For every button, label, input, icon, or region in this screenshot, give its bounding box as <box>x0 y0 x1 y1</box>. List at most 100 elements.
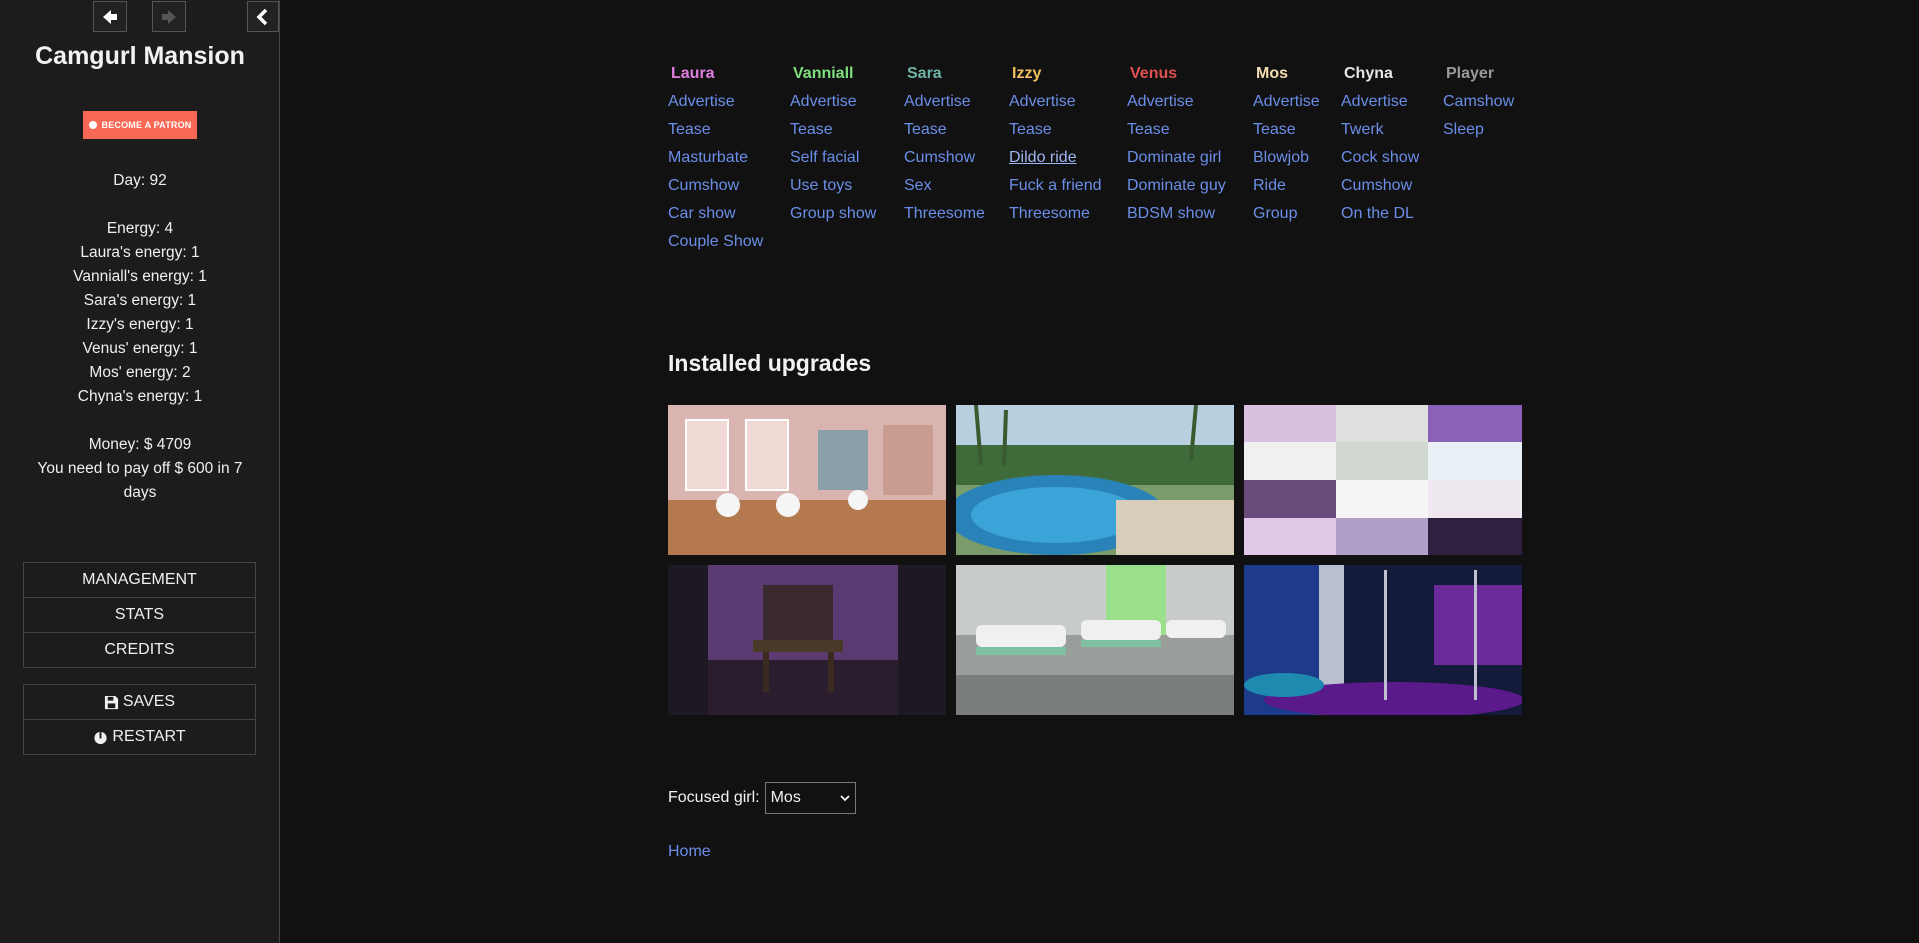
day-counter: Day: 92 <box>113 172 167 189</box>
action-link[interactable]: Group show <box>790 200 876 228</box>
action-link[interactable]: Advertise <box>1253 88 1320 116</box>
become-patron-button[interactable]: BECOME A PATRON <box>83 111 197 139</box>
energy-line: Venus' energy: 1 <box>82 340 198 357</box>
column-player: Player Camshow Sleep <box>1443 64 1514 144</box>
credits-button[interactable]: CREDITS <box>24 633 255 667</box>
column-header: Sara <box>907 65 942 82</box>
column-header: Laura <box>671 65 715 82</box>
action-link[interactable]: Camshow <box>1443 88 1514 116</box>
action-link[interactable]: Advertise <box>1127 88 1226 116</box>
collapse-sidebar-button[interactable] <box>247 1 279 32</box>
arrow-right-icon <box>162 9 176 24</box>
saves-label: SAVES <box>122 693 176 710</box>
energy-line: Sara's energy: 1 <box>83 292 197 309</box>
column-header: Vanniall <box>793 65 854 82</box>
power-icon <box>94 731 107 744</box>
action-link[interactable]: Tease <box>1009 116 1101 144</box>
main-menu: MANAGEMENT STATS CREDITS <box>23 562 256 668</box>
action-link[interactable]: Cock show <box>1341 144 1419 172</box>
action-link[interactable]: Sleep <box>1443 116 1514 144</box>
action-link[interactable]: Tease <box>668 116 763 144</box>
stats-button[interactable]: STATS <box>24 598 255 633</box>
column-izzy: Izzy Advertise Tease Dildo ride Fuck a f… <box>1009 64 1101 228</box>
upgrade-image-hospital <box>956 565 1234 715</box>
action-link[interactable]: Cumshow <box>668 172 763 200</box>
action-link[interactable]: Sex <box>904 172 985 200</box>
action-link[interactable]: Tease <box>1253 116 1320 144</box>
patreon-icon <box>88 121 97 129</box>
focused-girl-select[interactable]: Mos <box>764 782 856 814</box>
action-link[interactable]: Cumshow <box>904 144 985 172</box>
game-title: Camgurl Mansion <box>35 42 245 70</box>
installed-upgrades-heading: Installed upgrades <box>668 350 872 376</box>
chevron-left-icon <box>256 8 268 25</box>
action-link[interactable]: Couple Show <box>668 228 763 256</box>
column-laura: Laura Advertise Tease Masturbate Cumshow… <box>668 64 763 256</box>
action-link[interactable]: Dominate guy <box>1127 172 1226 200</box>
system-menu: SAVES RESTART <box>23 684 256 755</box>
upgrade-image-makeup-room <box>668 405 946 555</box>
action-link[interactable]: Cumshow <box>1341 172 1419 200</box>
money-display: Money: $ 4709 <box>88 436 192 453</box>
action-link[interactable]: Tease <box>790 116 876 144</box>
action-link[interactable]: BDSM show <box>1127 200 1226 228</box>
column-header: Player <box>1446 65 1495 82</box>
action-link[interactable]: Dominate girl <box>1127 144 1226 172</box>
action-link[interactable]: Advertise <box>904 88 985 116</box>
action-link[interactable]: Threesome <box>904 200 985 228</box>
column-header: Izzy <box>1012 65 1042 82</box>
restart-label: RESTART <box>112 728 186 745</box>
energy-line: Chyna's energy: 1 <box>77 388 203 405</box>
restart-button[interactable]: RESTART <box>24 720 255 754</box>
debt-notice: You need to pay off $ 600 in 7 days <box>37 460 243 501</box>
energy-line: Vanniall's energy: 1 <box>73 268 207 285</box>
focused-girl-row: Focused girl: Mos <box>668 782 856 814</box>
upgrade-image-dungeon <box>668 565 946 715</box>
column-chyna: Chyna Advertise Twerk Cock show Cumshow … <box>1341 64 1419 228</box>
upgrade-image-bedroom-collage <box>1244 405 1522 555</box>
focused-girl-label: Focused girl: <box>668 789 760 806</box>
action-link[interactable]: Masturbate <box>668 144 763 172</box>
action-link[interactable]: On the DL <box>1341 200 1419 228</box>
action-link[interactable]: Advertise <box>1341 88 1419 116</box>
column-header: Mos <box>1256 65 1288 82</box>
column-venus: Venus Advertise Tease Dominate girl Domi… <box>1127 64 1226 228</box>
action-link[interactable]: Tease <box>1127 116 1226 144</box>
sidebar: Camgurl Mansion BECOME A PATRON Day: 92 … <box>0 0 280 943</box>
floppy-disk-icon <box>104 695 118 709</box>
column-header: Chyna <box>1344 65 1393 82</box>
action-link[interactable]: Fuck a friend <box>1009 172 1101 200</box>
action-link[interactable]: Dildo ride <box>1009 144 1101 172</box>
action-link[interactable]: Advertise <box>1009 88 1101 116</box>
saves-button[interactable]: SAVES <box>24 685 255 720</box>
column-header: Venus <box>1130 65 1178 82</box>
column-sara: Sara Advertise Tease Cumshow Sex Threeso… <box>904 64 985 228</box>
upgrade-image-pole-club <box>1244 565 1522 715</box>
action-link[interactable]: Group <box>1253 200 1320 228</box>
energy-line: Mos' energy: 2 <box>89 364 191 381</box>
action-link[interactable]: Advertise <box>790 88 876 116</box>
back-button[interactable] <box>93 1 127 32</box>
action-link[interactable]: Use toys <box>790 172 876 200</box>
energy-line: Laura's energy: 1 <box>80 244 200 261</box>
main-content: Laura Advertise Tease Masturbate Cumshow… <box>668 0 1568 943</box>
home-link[interactable]: Home <box>668 843 711 861</box>
forward-button[interactable] <box>152 1 186 32</box>
energy-line: Energy: 4 <box>106 220 174 237</box>
upgrade-image-pool <box>956 405 1234 555</box>
action-link[interactable]: Blowjob <box>1253 144 1320 172</box>
action-link[interactable]: Twerk <box>1341 116 1419 144</box>
action-link[interactable]: Threesome <box>1009 200 1101 228</box>
arrow-left-icon <box>103 9 117 24</box>
chevron-down-icon <box>839 795 850 802</box>
action-link[interactable]: Ride <box>1253 172 1320 200</box>
action-link[interactable]: Tease <box>904 116 985 144</box>
column-vanniall: Vanniall Advertise Tease Self facial Use… <box>790 64 876 228</box>
stats-panel: Day: 92 Energy: 4 Laura's energy: 1 Vann… <box>0 169 280 505</box>
energy-line: Izzy's energy: 1 <box>86 316 194 333</box>
action-link[interactable]: Car show <box>668 200 763 228</box>
action-link[interactable]: Advertise <box>668 88 763 116</box>
focused-girl-value: Mos <box>770 789 801 806</box>
management-button[interactable]: MANAGEMENT <box>24 563 255 598</box>
action-link[interactable]: Self facial <box>790 144 876 172</box>
